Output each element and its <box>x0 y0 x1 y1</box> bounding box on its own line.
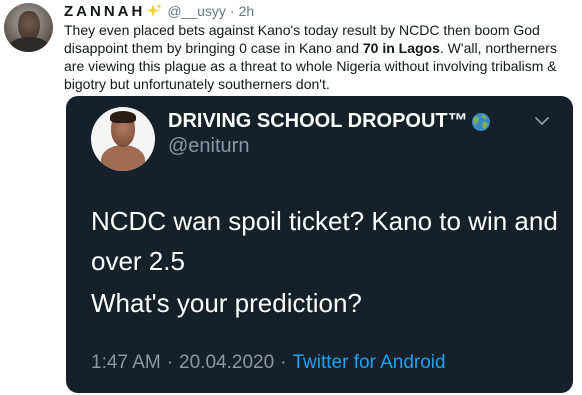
quoted-display-name-row[interactable]: DRIVING SCHOOL DROPOUT™ <box>168 110 491 133</box>
tweet-text: They even placed bets against Kano's tod… <box>64 21 576 93</box>
quoted-date[interactable]: 20.04.2020 <box>179 352 274 373</box>
quoted-avatar-body <box>101 145 145 171</box>
footer-dot-1: · <box>166 352 174 373</box>
sparkle-icon <box>146 3 163 19</box>
handle[interactable]: @__usyy <box>167 3 226 19</box>
separator-dot: · <box>229 3 235 19</box>
quoted-avatar-hair <box>110 111 136 123</box>
globe-icon <box>471 112 491 132</box>
quoted-text-line2: What's your prediction? <box>91 288 362 318</box>
display-name[interactable]: ZANNAH <box>64 3 145 20</box>
chevron-down-icon[interactable] <box>534 116 550 126</box>
quoted-time[interactable]: 1:47 AM <box>91 352 161 373</box>
quoted-footer: 1:47 AM · 20.04.2020 · Twitter for Android <box>91 352 446 374</box>
quoted-display-name: DRIVING SCHOOL DROPOUT™ <box>168 110 468 132</box>
source-link[interactable]: Twitter for Android <box>292 352 445 373</box>
quoted-tweet-card[interactable]: DRIVING SCHOOL DROPOUT™ @eniturn NCDC wa… <box>66 96 573 393</box>
tweet: ZANNAH @__usyy · 2h They even placed bet… <box>0 0 582 395</box>
quoted-author-avatar[interactable] <box>91 107 155 171</box>
author-avatar[interactable] <box>4 3 53 52</box>
avatar-shoulders <box>9 37 49 52</box>
timestamp[interactable]: 2h <box>239 3 255 19</box>
tweet-header: ZANNAH @__usyy · 2h <box>64 1 254 21</box>
tweet-text-bold: 70 in Lagos <box>362 40 440 56</box>
quoted-text-line1: NCDC wan spoil ticket? Kano to win and o… <box>91 206 558 276</box>
quoted-handle[interactable]: @eniturn <box>168 135 249 158</box>
footer-dot-2: · <box>280 352 287 373</box>
